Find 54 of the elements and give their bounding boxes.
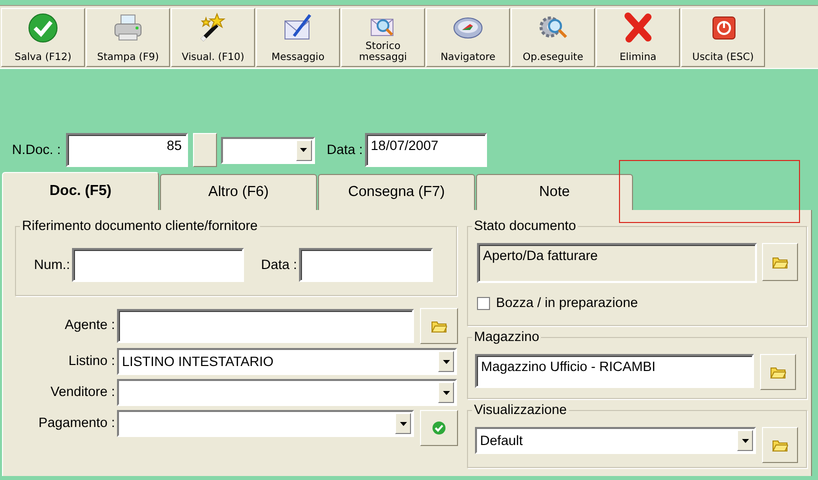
field-label: Listino :: [67, 352, 115, 370]
agent-field[interactable]: [117, 308, 414, 342]
tab[interactable]: Doc. (F5): [2, 172, 159, 210]
tab[interactable]: Altro (F6): [160, 174, 317, 210]
dropdown-field[interactable]: LISTINO INTESTATARIO: [117, 348, 457, 375]
field-label: Agente :: [64, 316, 115, 334]
tab[interactable]: Note: [476, 174, 633, 210]
warehouse-field[interactable]: Magazzino Ufficio - RICAMBI: [475, 354, 754, 388]
folder-icon: [770, 365, 786, 379]
dropdown-field[interactable]: [117, 379, 457, 406]
date-field[interactable]: 18/07/2007: [364, 133, 487, 167]
dropdown-arrow-icon: [742, 438, 748, 442]
toolbar-button[interactable]: Elimina: [596, 8, 680, 67]
folder-button[interactable]: [762, 243, 798, 281]
toolbar-button[interactable]: Navigatore: [426, 8, 510, 67]
num-field[interactable]: [72, 248, 244, 282]
status-field: Aperto/Da fatturare: [477, 243, 757, 283]
doc-number-field[interactable]: 85: [66, 133, 188, 167]
field-label: Pagamento :: [37, 414, 115, 432]
dropdown-arrow-icon: [442, 360, 450, 364]
folder-button[interactable]: [420, 308, 458, 344]
ref-date-field[interactable]: [299, 248, 434, 282]
field-label: Venditore :: [49, 383, 115, 402]
folder-icon: [772, 255, 788, 269]
toolbar-button[interactable]: Op.eseguite: [511, 8, 595, 67]
date-label: Data :: [326, 140, 363, 159]
toolbar-button[interactable]: Storico messaggi: [341, 8, 425, 67]
toolbar-button[interactable]: Stampa (F9): [86, 8, 170, 67]
series-dropdown[interactable]: [220, 136, 315, 164]
dropdown-arrow-icon: [400, 422, 406, 426]
folder-icon: [772, 438, 788, 452]
ref-date-label: Data :: [261, 256, 298, 274]
check-icon: [27, 12, 59, 44]
confirm-button[interactable]: [420, 410, 458, 446]
dropdown-arrow-icon: [300, 148, 308, 152]
square-button[interactable]: [192, 133, 217, 167]
num-label: Num.:: [34, 256, 70, 274]
toolbar-button[interactable]: Visual. (F10): [171, 8, 255, 67]
view-dropdown[interactable]: Default: [475, 427, 756, 454]
dropdown-field[interactable]: [117, 410, 414, 437]
delete-icon: [622, 12, 654, 44]
tab[interactable]: Consegna (F7): [318, 174, 475, 210]
toolbar-button[interactable]: Salva (F12): [1, 8, 85, 67]
checkbox-label: Bozza / in preparazione: [496, 294, 638, 312]
toolbar-button[interactable]: Messaggio: [256, 8, 340, 67]
group-title: Magazzino: [472, 329, 542, 345]
folder-icon: [431, 319, 447, 333]
dropdown-arrow-icon: [442, 390, 450, 394]
folder-button[interactable]: [762, 427, 798, 463]
folder-button[interactable]: [760, 354, 796, 390]
toolbar-button[interactable]: Uscita (ESC): [681, 8, 765, 67]
draft-checkbox[interactable]: [477, 296, 490, 310]
doc-number-label: N.Doc. :: [12, 140, 61, 159]
check-icon: [432, 421, 446, 435]
